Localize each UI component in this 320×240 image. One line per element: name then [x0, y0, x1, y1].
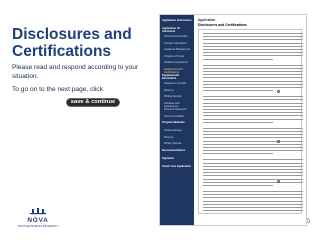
form-text-line [203, 90, 273, 91]
form-text-line [203, 121, 273, 123]
sidebar-item[interactable]: Additional Questions [164, 61, 192, 64]
form-text-line [203, 127, 303, 129]
logo-mark-icon [30, 208, 46, 215]
application-heading: Application [198, 18, 216, 22]
sidebar-item[interactable]: Application Instructions [162, 19, 192, 22]
sidebar-item[interactable]: Statement of Goals [164, 82, 192, 85]
form-text-line [203, 109, 303, 110]
form-text-line [203, 162, 303, 164]
form-text-line [203, 67, 303, 69]
form-text-line [203, 172, 303, 173]
form-text-line [203, 99, 303, 101]
form-text-line [203, 36, 303, 37]
nova-logo: NOVA SOUTHEASTERN UNIVERSITY [12, 207, 64, 229]
form-text-line [203, 178, 303, 180]
form-text-line [203, 200, 303, 202]
slide-title: Disclosures and Certifications [12, 26, 132, 60]
sidebar-item[interactable]: Disclosures and Certifications [164, 68, 192, 74]
form-text-line [203, 143, 303, 145]
sidebar-item[interactable]: Application for Admission [162, 27, 192, 33]
form-text-line [203, 203, 303, 205]
form-text-line [203, 42, 303, 44]
sidebar-item[interactable]: Activities and Experiences [164, 102, 192, 108]
application-sidebar: Application Instructions Application for … [160, 15, 194, 225]
form-text-line [203, 87, 303, 88]
form-text-line [203, 207, 303, 208]
form-text-line [203, 58, 273, 60]
logo-name: NOVA [27, 217, 49, 224]
sidebar-item[interactable]: Program Materials [162, 121, 192, 124]
instruction-text: Please read and respond according to you… [12, 64, 139, 80]
form-text-line [203, 115, 303, 117]
sidebar-item[interactable]: Writing Sample [164, 142, 192, 145]
form-text-line [203, 194, 303, 195]
form-text-line [203, 159, 303, 161]
disclosure-form [198, 29, 303, 214]
form-text-line [203, 112, 303, 113]
sidebar-item[interactable]: Signature [162, 157, 192, 160]
form-text-line [203, 150, 303, 151]
form-text-line [203, 80, 303, 82]
form-text-line [203, 153, 273, 155]
sidebar-item[interactable]: Writing Sample [164, 95, 192, 98]
form-text-line [203, 175, 303, 177]
sidebar-item[interactable]: Program of Study [164, 55, 192, 58]
form-text-line [203, 102, 303, 104]
form-text-line [203, 105, 303, 107]
form-text-line [203, 134, 303, 135]
sidebar-item[interactable]: Contact Information [164, 42, 192, 45]
form-text-line [203, 165, 303, 167]
form-text-line [203, 52, 303, 53]
form-text-line [203, 96, 303, 97]
sidebar-item[interactable]: Academic Background [164, 48, 192, 51]
sidebar-item[interactable]: Personal Statement [164, 108, 192, 111]
form-text-line [203, 191, 303, 192]
sidebar-item[interactable]: Recommendation [164, 115, 192, 118]
form-text-line [203, 169, 303, 170]
form-text-line [203, 83, 303, 85]
form-text-line [203, 118, 303, 120]
embedded-application-screenshot: Application Instructions Application for … [159, 14, 307, 226]
form-text-line [203, 33, 303, 34]
radio-button[interactable] [277, 180, 280, 183]
form-text-line [203, 131, 303, 132]
sidebar-item[interactable]: Check Your Application [162, 165, 192, 168]
section-title: Disclosures and Certifications [198, 23, 247, 27]
next-page-text: To go on to the next page, click [12, 86, 103, 93]
form-text-line [203, 197, 303, 199]
form-text-line [203, 181, 303, 183]
sidebar-item[interactable]: Personal Information [164, 35, 192, 38]
form-text-line [203, 147, 303, 148]
form-text-line [203, 137, 303, 139]
logo-tagline: SOUTHEASTERN UNIVERSITY [17, 224, 59, 228]
sidebar-item[interactable]: Student Essays [164, 129, 192, 132]
form-text-line [203, 140, 303, 142]
form-text-line [203, 210, 303, 211]
form-text-line [203, 45, 303, 47]
form-text-line [203, 64, 303, 66]
radio-button[interactable] [277, 90, 280, 93]
form-text-line [203, 77, 303, 79]
sidebar-item[interactable]: Resume [164, 136, 192, 139]
form-text-line [203, 49, 303, 50]
save-and-continue-button[interactable]: save & continue [66, 98, 120, 107]
sidebar-item[interactable]: Recommendations [162, 149, 192, 152]
radio-button[interactable] [277, 140, 280, 143]
form-text-line [203, 55, 303, 57]
form-text-line [203, 74, 303, 75]
form-text-line [203, 39, 303, 41]
sidebar-item[interactable]: Resume [164, 89, 192, 92]
sidebar-item[interactable]: Supplemental Information [162, 74, 192, 80]
application-content: Application Disclosures and Certificatio… [196, 15, 306, 225]
form-text-line [203, 185, 273, 186]
form-text-line [203, 71, 303, 72]
